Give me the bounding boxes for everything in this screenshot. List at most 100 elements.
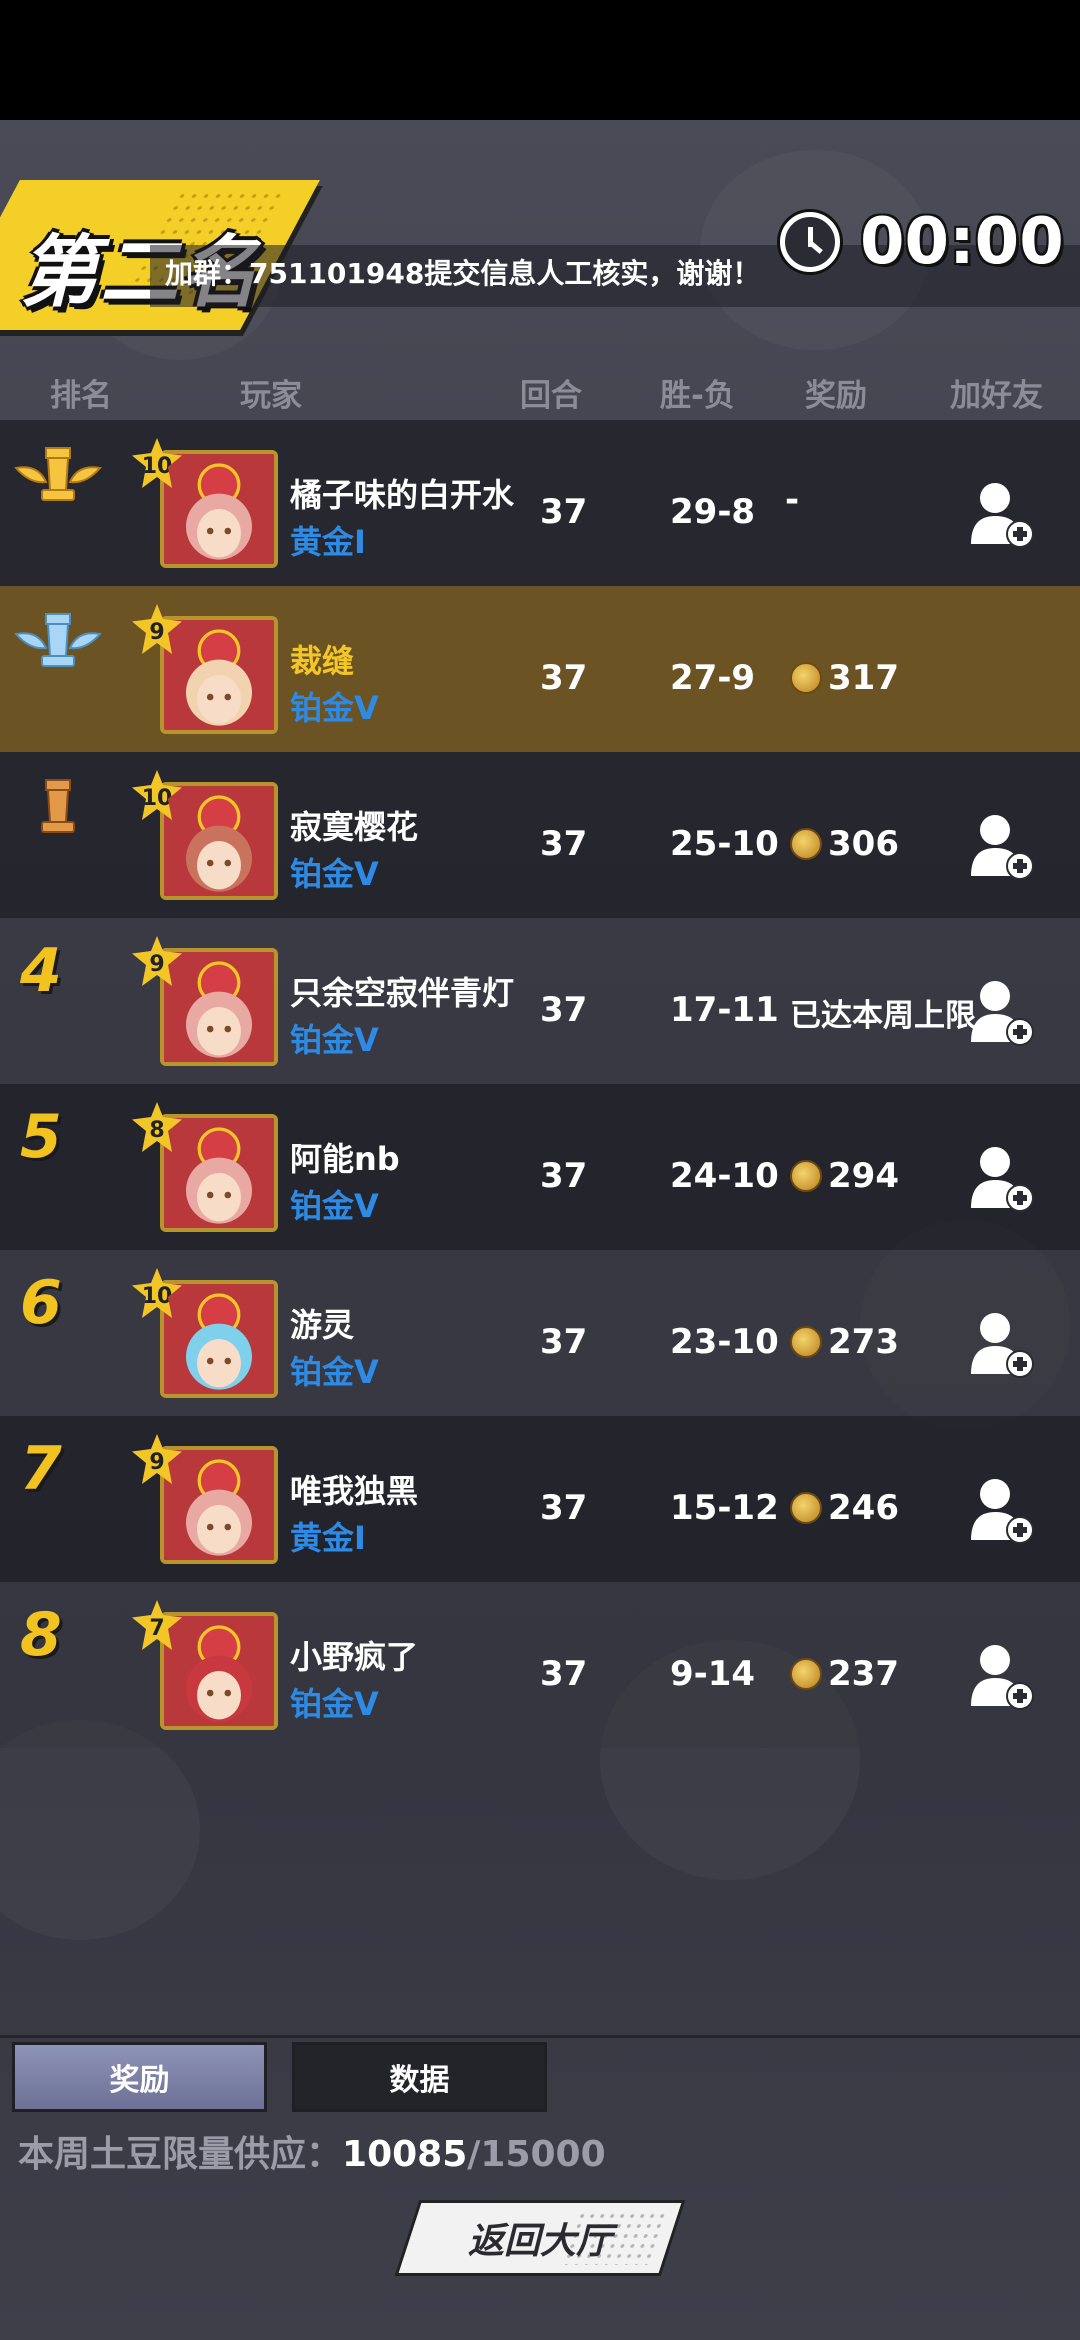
win-loss-value: 15-12 — [670, 1488, 779, 1528]
table-row[interactable]: 6 10 游灵 铂金V 37 23-10 273 — [0, 1250, 1080, 1416]
player-tier: 铂金V — [290, 1685, 379, 1723]
ranking-list: 10 橘子味的白开水 黄金I 37 29-8- 9 裁缝 铂金V 37 27-9… — [0, 420, 1080, 1748]
tab-data[interactable]: 数据 — [292, 2042, 547, 2112]
player-tier: 黄金I — [290, 1519, 366, 1557]
table-row[interactable]: 9 裁缝 铂金V 37 27-9 317 — [0, 586, 1080, 752]
table-row[interactable]: 5 8 阿能nb 铂金V 37 24-10 294 — [0, 1084, 1080, 1250]
clock-icon — [780, 212, 840, 272]
win-loss-value: 29-8 — [670, 492, 756, 532]
rounds-value: 37 — [540, 990, 588, 1030]
rounds-value: 37 — [540, 492, 588, 532]
divider — [0, 2035, 1080, 2038]
avatar-portrait-icon — [164, 620, 274, 730]
potato-coin-icon — [790, 1658, 822, 1690]
reward-value: - — [785, 480, 800, 520]
rank-trophy-icon — [14, 447, 102, 501]
header-add-friend: 加好友 — [950, 378, 1043, 414]
add-friend-icon[interactable] — [965, 1640, 1035, 1710]
potato-coin-icon — [790, 1160, 822, 1192]
player-tier: 铂金V — [290, 1187, 379, 1225]
player-name: 唯我独黑 — [290, 1472, 419, 1510]
player-avatar — [160, 782, 278, 900]
timer: 00:00 — [780, 205, 1064, 279]
supply-label: 本周土豆限量供应： — [18, 2134, 343, 2175]
header-rank: 排名 — [50, 378, 112, 414]
avatar-portrait-icon — [164, 454, 274, 564]
avatar-portrait-icon — [164, 952, 274, 1062]
player-avatar — [160, 1280, 278, 1398]
player-name: 游灵 — [290, 1306, 355, 1344]
win-loss-value: 27-9 — [670, 658, 756, 698]
rank-number: 4 — [20, 936, 62, 1006]
table-row[interactable]: 7 9 唯我独黑 黄金I 37 15-12 246 — [0, 1416, 1080, 1582]
timer-text: 00:00 — [860, 205, 1064, 279]
reward-value: 294 — [790, 1156, 899, 1196]
add-friend-icon[interactable] — [965, 1308, 1035, 1378]
avatar-portrait-icon — [164, 1118, 274, 1228]
rounds-value: 37 — [540, 1156, 588, 1196]
reward-value: 317 — [790, 658, 899, 698]
header-reward: 奖励 — [805, 378, 867, 414]
player-name: 阿能nb — [290, 1140, 400, 1178]
notice-text: 加群：751101948提交信息人工核实，谢谢！ — [165, 257, 761, 290]
rounds-value: 37 — [540, 1654, 588, 1694]
player-avatar — [160, 450, 278, 568]
table-header: 排名 玩家 回合 胜-负 奖励 加好友 — [0, 370, 1080, 420]
rounds-value: 37 — [540, 1488, 588, 1528]
table-row[interactable]: 8 7 小野疯了 铂金V 37 9-14 237 — [0, 1582, 1080, 1748]
rank-number: 7 — [20, 1434, 62, 1504]
avatar-portrait-icon — [164, 1450, 274, 1560]
potato-coin-icon — [790, 662, 822, 694]
player-name: 裁缝 — [290, 642, 355, 680]
player-tier: 铂金V — [290, 1353, 379, 1391]
reward-value: 306 — [790, 824, 899, 864]
player-avatar — [160, 1612, 278, 1730]
rank-number: 5 — [20, 1102, 62, 1172]
rank-trophy-icon — [41, 779, 75, 833]
weekly-supply: 本周土豆限量供应：10085/15000 — [18, 2125, 606, 2177]
header-player: 玩家 — [240, 378, 302, 414]
add-friend-icon[interactable] — [965, 1142, 1035, 1212]
player-name: 只余空寂伴青灯 — [290, 974, 515, 1012]
add-friend-icon[interactable] — [965, 976, 1035, 1046]
screen: 第二名 加群：751101948提交信息人工核实，谢谢！ 00:00 排名 玩家… — [0, 0, 1080, 2340]
table-row[interactable]: 10 寂寞樱花 铂金V 37 25-10 306 — [0, 752, 1080, 918]
potato-coin-icon — [790, 828, 822, 860]
player-avatar — [160, 1114, 278, 1232]
avatar-portrait-icon — [164, 1284, 274, 1394]
player-tier: 铂金V — [290, 1021, 379, 1059]
reward-value: 273 — [790, 1322, 899, 1362]
player-avatar — [160, 616, 278, 734]
player-tier: 黄金I — [290, 523, 366, 561]
table-row[interactable]: 10 橘子味的白开水 黄金I 37 29-8- — [0, 420, 1080, 586]
player-name: 小野疯了 — [290, 1638, 419, 1676]
rounds-value: 37 — [540, 1322, 588, 1362]
player-name: 寂寞樱花 — [290, 808, 419, 846]
player-name: 橘子味的白开水 — [290, 476, 515, 514]
avatar-portrait-icon — [164, 786, 274, 896]
table-row[interactable]: 4 9 只余空寂伴青灯 铂金V 37 17-11 已达本周上限 — [0, 918, 1080, 1084]
header-win-loss: 胜-负 — [660, 378, 735, 414]
reward-value: 237 — [790, 1654, 899, 1694]
reward-amount: 317 — [828, 658, 899, 698]
win-loss-value: 23-10 — [670, 1322, 779, 1362]
rank-number: 8 — [20, 1600, 62, 1670]
supply-limit: /15000 — [467, 2134, 606, 2175]
add-friend-icon[interactable] — [965, 1474, 1035, 1544]
add-friend-icon[interactable] — [965, 478, 1035, 548]
reward-amount: 273 — [828, 1322, 899, 1362]
rank-trophy-icon — [14, 613, 102, 667]
add-friend-icon[interactable] — [965, 810, 1035, 880]
win-loss-value: 24-10 — [670, 1156, 779, 1196]
back-to-lobby-button[interactable]: 返回大厅 — [398, 2203, 682, 2273]
avatar-portrait-icon — [164, 1616, 274, 1726]
potato-coin-icon — [790, 1326, 822, 1358]
rounds-value: 37 — [540, 658, 588, 698]
reward-value: 246 — [790, 1488, 899, 1528]
player-tier: 铂金V — [290, 689, 379, 727]
win-loss-value: 17-11 — [670, 990, 779, 1030]
reward-amount: 294 — [828, 1156, 899, 1196]
player-avatar — [160, 1446, 278, 1564]
tab-rewards[interactable]: 奖励 — [12, 2042, 267, 2112]
potato-coin-icon — [790, 1492, 822, 1524]
